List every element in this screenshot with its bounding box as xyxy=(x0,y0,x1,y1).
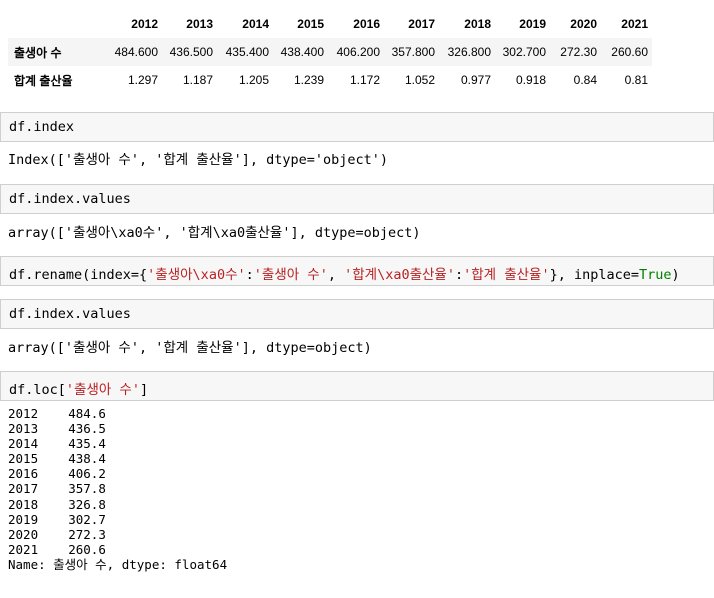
series-row: 2012 484.6 xyxy=(8,406,227,421)
column-header: 2020 xyxy=(570,17,597,31)
series-index: 2018 xyxy=(8,496,39,512)
code-cell-input[interactable]: df.loc['출생아 수'] xyxy=(0,371,714,401)
code-text: : xyxy=(454,267,464,283)
series-row: 2015 438.4 xyxy=(8,451,227,466)
series-value: 484.6 xyxy=(68,406,106,421)
code-cell-input[interactable]: df.index.values xyxy=(0,299,714,329)
series-row: 2016 406.2 xyxy=(8,466,227,481)
series-row: 2021 260.6 xyxy=(8,542,227,557)
column-header: 2017 xyxy=(408,17,435,31)
string-literal: '합계\xa0출산율' xyxy=(344,267,455,283)
table-cell: 0.977 xyxy=(460,73,491,87)
table-cell: 406.200 xyxy=(336,45,380,59)
table-cell: 435.400 xyxy=(225,45,269,59)
series-value: 406.2 xyxy=(68,466,106,482)
cell-output: array(['출생아\xa0수', '합계\xa0출산율'], dtype=o… xyxy=(8,225,421,241)
column-header: 2021 xyxy=(621,17,648,31)
series-index: 2014 xyxy=(8,436,39,452)
series-value: 272.3 xyxy=(68,526,106,542)
series-value: 357.8 xyxy=(68,481,106,497)
cell-output: Index(['출생아 수', '합계 출산율'], dtype='object… xyxy=(8,152,388,168)
series-value: 438.4 xyxy=(68,451,106,467)
string-literal: '출생아 수' xyxy=(65,382,140,398)
column-header: 2015 xyxy=(297,17,324,31)
column-header: 2013 xyxy=(186,17,213,31)
column-header: 2018 xyxy=(464,17,491,31)
code-cell-input[interactable]: df.index xyxy=(0,112,714,142)
column-header: 2016 xyxy=(353,17,380,31)
series-row: 2020 272.3 xyxy=(8,527,227,542)
cell-output: array(['출생아 수', '합계 출산율'], dtype=object) xyxy=(8,340,372,356)
series-index: 2021 xyxy=(8,541,39,557)
series-row: 2019 302.7 xyxy=(8,512,227,527)
column-header: 2019 xyxy=(519,17,546,31)
table-cell: 272.30 xyxy=(560,45,597,59)
table-row: 출생아 수 484.600 436.500 435.400 438.400 40… xyxy=(8,38,652,66)
table-cell: 302.700 xyxy=(502,45,546,59)
code-text: }, inplace= xyxy=(549,267,640,283)
table-cell: 260.60 xyxy=(611,45,648,59)
table-cell: 438.400 xyxy=(280,45,324,59)
code-cell-input[interactable]: df.rename(index={'출생아\xa0수':'출생아 수', '합계… xyxy=(0,256,714,286)
series-value: 326.8 xyxy=(68,496,106,512)
table-cell: 357.800 xyxy=(391,45,435,59)
table-cell: 1.239 xyxy=(293,73,324,87)
table-cell: 1.187 xyxy=(182,73,213,87)
row-label: 합계 출산율 xyxy=(14,73,73,88)
column-header: 2014 xyxy=(242,17,269,31)
code-text: , xyxy=(327,267,345,283)
table-cell: 326.800 xyxy=(447,45,491,59)
series-value: 302.7 xyxy=(68,511,106,527)
series-index: 2019 xyxy=(8,511,39,527)
code-text: df.loc[ xyxy=(9,382,66,398)
series-index: 2015 xyxy=(8,451,39,467)
code-text: ] xyxy=(139,382,149,398)
series-index: 2016 xyxy=(8,466,39,482)
index-header xyxy=(8,10,106,38)
dataframe-table: 2012 2013 2014 2015 2016 2017 2018 2019 … xyxy=(8,10,652,94)
table-cell: 1.205 xyxy=(238,73,269,87)
code-text: df.rename(index={ xyxy=(9,267,148,283)
table-header-row: 2012 2013 2014 2015 2016 2017 2018 2019 … xyxy=(8,10,652,38)
table-cell: 0.918 xyxy=(515,73,546,87)
series-value: 260.6 xyxy=(68,541,106,557)
series-output: 2012 484.6 2013 436.5 2014 435.4 2015 43… xyxy=(8,406,227,572)
table-cell: 1.172 xyxy=(349,73,380,87)
string-literal: '출생아\xa0수' xyxy=(147,267,246,283)
code-cell-input[interactable]: df.index.values xyxy=(0,184,714,214)
series-index: 2017 xyxy=(8,481,39,497)
table-cell: 0.81 xyxy=(624,73,648,87)
keyword: True xyxy=(639,267,672,283)
code-line: df.rename(index={'출생아\xa0수':'출생아 수', '합계… xyxy=(9,263,680,283)
series-index: 2013 xyxy=(8,421,39,437)
series-value: 436.5 xyxy=(68,421,106,437)
code-text: : xyxy=(245,267,254,283)
series-row: 2017 357.8 xyxy=(8,481,227,496)
series-row: 2014 435.4 xyxy=(8,436,227,451)
series-row: 2013 436.5 xyxy=(8,421,227,436)
table-cell: 0.84 xyxy=(573,73,597,87)
string-literal: '합계 출산율' xyxy=(463,267,550,283)
code-line: df.loc['출생아 수'] xyxy=(9,378,148,398)
table-cell: 484.600 xyxy=(114,45,158,59)
table-row: 합계 출산율 1.297 1.187 1.205 1.239 1.172 1.0… xyxy=(8,66,652,94)
series-row: 2018 326.8 xyxy=(8,497,227,512)
series-index: 2012 xyxy=(8,406,39,421)
string-literal: '출생아 수' xyxy=(253,267,328,283)
row-label: 출생아 수 xyxy=(14,45,62,60)
code-text: ) xyxy=(671,267,680,283)
code-line: df.index.values xyxy=(9,306,131,322)
table-cell: 436.500 xyxy=(169,45,213,59)
series-footer: Name: 출생아 수, dtype: float64 xyxy=(8,556,228,572)
code-line: df.index xyxy=(9,119,75,135)
series-value: 435.4 xyxy=(68,436,106,452)
series-index: 2020 xyxy=(8,526,39,542)
code-line: df.index.values xyxy=(9,191,131,207)
table-cell: 1.052 xyxy=(404,73,435,87)
table-cell: 1.297 xyxy=(127,73,158,87)
column-header: 2012 xyxy=(131,17,158,31)
